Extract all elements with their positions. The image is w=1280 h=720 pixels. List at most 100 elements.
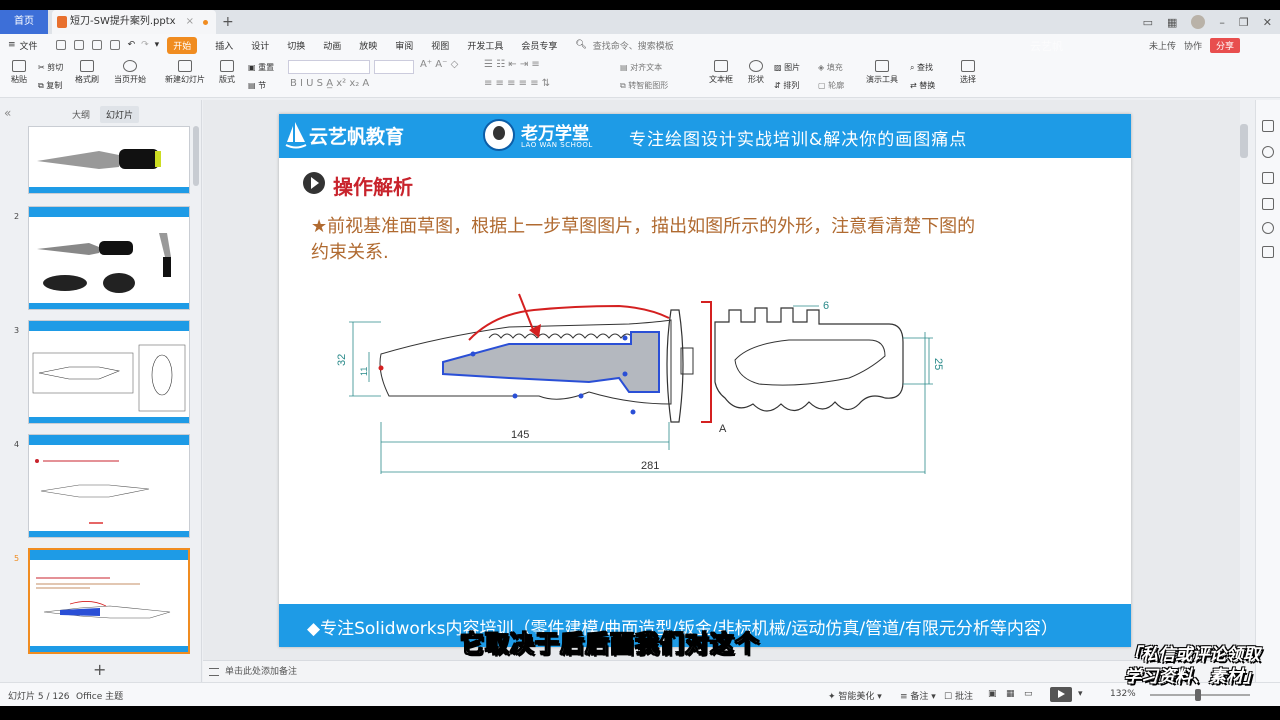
slide-thumbnail-4[interactable] (28, 434, 190, 538)
normal-view-icon[interactable]: ▣ (988, 689, 997, 699)
close-icon[interactable]: × (186, 10, 194, 34)
shape-button[interactable]: 形状 (744, 60, 768, 85)
upload-status[interactable]: 未上传 (1149, 39, 1176, 52)
tab-view[interactable]: 视图 (431, 39, 449, 52)
file-menu[interactable]: 文件 (20, 39, 38, 52)
textbox-icon (714, 60, 728, 72)
replace-button[interactable]: ⇄ 替换 (910, 80, 935, 91)
tab-review[interactable]: 审阅 (395, 39, 413, 52)
slide-thumbnail-5-selected[interactable] (28, 548, 190, 654)
minimize-icon[interactable]: – (1219, 16, 1225, 29)
textbox-button[interactable]: 文本框 (706, 60, 736, 85)
location-icon[interactable] (1262, 222, 1274, 234)
font-size-select[interactable] (374, 60, 414, 74)
presentation-tools-button[interactable]: 演示工具 (862, 60, 902, 85)
document-tab[interactable]: 短刀-SW提升案列.pptx × (52, 10, 216, 34)
promo-line-2: 学习资料、素材」 (1124, 667, 1260, 687)
collaborate-button[interactable]: 协作 (1184, 39, 1202, 52)
shape-label: 形状 (748, 75, 764, 84)
save-icon[interactable] (55, 40, 66, 50)
section-button[interactable]: ▤ 节 (248, 80, 266, 91)
crop-icon[interactable] (1262, 198, 1274, 210)
fill-button[interactable]: ◈ 填充 (818, 62, 843, 73)
slide-thumbnail-1[interactable] (28, 126, 190, 194)
align-icons[interactable]: ≡ ≡ ≡ ≡ ≡ ⇅ (484, 78, 550, 89)
export-pdf-icon[interactable] (73, 40, 84, 50)
notes-pane[interactable]: 单击此处添加备注 (203, 660, 1255, 682)
list-icons[interactable]: ☰ ☷ ⇤ ⇥ ≡ (484, 59, 540, 70)
avatar[interactable] (1191, 15, 1206, 29)
apps-grid-icon[interactable]: ▦ (1167, 16, 1177, 29)
copy-button[interactable]: ⧉ 复制 (38, 80, 62, 91)
animation-pane-icon[interactable] (1262, 172, 1274, 184)
constraint-marker (622, 371, 628, 377)
tab-animation[interactable]: 动画 (323, 39, 341, 52)
zoom-slider-handle[interactable] (1195, 689, 1201, 701)
redo-icon[interactable]: ↷ (141, 40, 149, 50)
undo-icon[interactable]: ↶ (128, 40, 136, 50)
constraint-marker (630, 409, 636, 415)
slide-slogan: 专注绘图设计实战培训&解决你的画图痛点 (629, 130, 968, 150)
new-slide-button[interactable]: 新建幻灯片 (162, 60, 208, 85)
tab-developer[interactable]: 开发工具 (467, 39, 503, 52)
paste-button[interactable]: 粘贴 (8, 60, 30, 85)
cut-button[interactable]: ✂ 剪切 (38, 62, 63, 73)
pin-icon[interactable] (1262, 146, 1274, 158)
tab-slides[interactable]: 幻灯片 (100, 106, 140, 123)
tab-insert[interactable]: 插入 (215, 39, 233, 52)
thumbnail-footer (30, 646, 188, 652)
arrange-button[interactable]: ⇵ 排列 (774, 80, 799, 91)
tab-outline[interactable]: 大纲 (72, 108, 90, 121)
home-tab[interactable]: 首页 (0, 10, 48, 34)
start-from-current-button[interactable]: 当页开始 (112, 60, 148, 85)
tab-home[interactable]: 开始 (167, 36, 198, 54)
reading-view-icon[interactable]: ▭ (1024, 689, 1033, 699)
slide-thumbnail-2[interactable] (28, 206, 190, 310)
tab-design[interactable]: 设计 (251, 39, 269, 52)
tab-transition[interactable]: 切换 (287, 39, 305, 52)
text-format-icons[interactable]: B I U S A̲ x² x₂ A (290, 78, 369, 89)
hamburger-icon[interactable]: ≡ (8, 40, 16, 50)
presentation-tools-icon (875, 60, 889, 72)
add-slide-plus-icon[interactable]: + (93, 660, 106, 679)
current-slide[interactable]: 云艺帆教育 老万学堂 LAO WAN SCHOOL 专注绘图设计实战培训&解决你… (279, 114, 1131, 647)
font-family-select[interactable] (288, 60, 370, 74)
smart-graphic-button[interactable]: ⧉ 转智能图形 (620, 80, 668, 91)
thumbnail-scrollbar[interactable] (193, 126, 199, 186)
picture-button[interactable]: ▨ 图片 (774, 62, 800, 73)
slideshow-play-icon[interactable] (1050, 687, 1072, 702)
dim-label-25: 25 (932, 358, 944, 370)
find-button[interactable]: ⌕ 查找 (910, 62, 933, 73)
print-preview-icon[interactable] (109, 40, 120, 50)
play-circle-icon (303, 172, 325, 194)
share-button[interactable]: 分享 (1209, 38, 1240, 53)
book-icon[interactable] (1262, 246, 1274, 258)
layout-button[interactable]: 版式 (216, 60, 238, 85)
font-grow-icon[interactable]: A⁺ A⁻ ◇ (420, 59, 458, 70)
slideshow-dropdown-icon[interactable]: ▾ (1078, 689, 1083, 699)
instruction-text: ★前视基准面草图，根据上一步草图图片，描出如图所示的外形，注意看清楚下图的约束关… (311, 216, 976, 263)
restore-icon[interactable]: ❐ (1239, 16, 1249, 29)
align-text-button[interactable]: ▤ 对齐文本 (620, 62, 662, 73)
slide-number: 4 (14, 440, 20, 449)
zoom-level[interactable]: 132% (1110, 689, 1136, 699)
close-window-icon[interactable]: ✕ (1263, 16, 1272, 29)
slide-sorter-icon[interactable]: ▦ (1006, 689, 1015, 699)
smart-beautify-button[interactable]: ✦ 智能美化 ▾ (828, 689, 882, 702)
comments-button[interactable]: ☐ 批注 (944, 689, 973, 702)
properties-icon[interactable] (1262, 120, 1274, 132)
select-button[interactable]: 选择 (956, 60, 980, 85)
chevron-down-icon[interactable]: ▾ (155, 40, 160, 50)
tab-member[interactable]: 会员专享 (521, 39, 557, 52)
layout-icon[interactable]: ▭ (1143, 16, 1153, 29)
notes-toggle-button[interactable]: ≡ 备注 ▾ (900, 689, 936, 702)
canvas-vertical-scrollbar[interactable] (1240, 124, 1248, 158)
tab-slideshow[interactable]: 放映 (359, 39, 377, 52)
reset-button[interactable]: ▣ 重置 (248, 62, 274, 73)
format-painter-button[interactable]: 格式刷 (74, 60, 100, 85)
outline-button[interactable]: ▢ 轮廓 (818, 80, 844, 91)
command-search-input[interactable]: 查找命令、搜索模板 (593, 39, 674, 52)
new-tab-plus-icon[interactable]: + (222, 10, 234, 34)
slide-thumbnail-3[interactable] (28, 320, 190, 424)
print-icon[interactable] (91, 40, 102, 50)
